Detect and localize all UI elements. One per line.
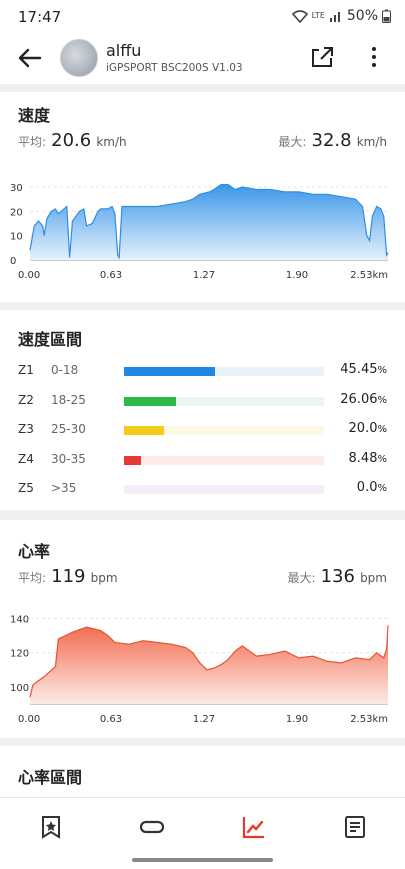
zone-bar-fill — [124, 426, 164, 435]
y-tick-label: 20 — [10, 207, 23, 218]
zone-row: Z2 18-25 26.06% — [0, 392, 405, 412]
speed-chart: 0 10 20 30 0.00 0.63 1.27 1.90 2.53km — [10, 183, 389, 281]
x-tick-label: 1.90 — [286, 714, 308, 725]
share-icon[interactable] — [309, 44, 335, 70]
avg-label: 平均: — [18, 135, 47, 149]
x-tick-label: 2.53km — [350, 714, 388, 725]
zone-bar-fill — [124, 455, 141, 465]
zone-percent: 0.0% — [356, 480, 387, 495]
zone-row: Z1 0-18 45.45% — [0, 362, 405, 382]
max-label: 最大: — [278, 135, 307, 149]
zone-bar-fill — [124, 396, 177, 406]
speed-maximum: 最大: 32.8 km/h — [278, 130, 387, 151]
hr-average: 平均: 119 bpm — [18, 566, 118, 587]
hr-max-value: 136 — [320, 566, 355, 587]
zone-id: Z2 — [18, 392, 34, 407]
x-tick-label: 0.63 — [100, 270, 122, 281]
hr-maximum: 最大: 136 bpm — [287, 566, 387, 587]
max-value: 32.8 — [311, 130, 352, 151]
zone-range: 0-18 — [51, 363, 79, 377]
status-icons: LTE 50% — [291, 8, 391, 24]
app-bar: alffu iGPSPORT BSC200S V1.03 — [0, 34, 405, 84]
hr-avg-value: 119 — [51, 566, 86, 587]
heart-rate-title: 心率 — [18, 542, 51, 561]
y-tick-label: 140 — [10, 615, 29, 626]
zone-percent: 45.45% — [340, 362, 387, 377]
x-tick-label: 0.00 — [18, 714, 40, 725]
zone-id: Z4 — [18, 451, 34, 466]
zone-percent: 20.0% — [348, 421, 387, 436]
y-tick-label: 10 — [10, 232, 23, 243]
device-name: iGPSPORT BSC200S V1.03 — [106, 62, 243, 74]
hr-zones-title: 心率區間 — [18, 768, 83, 787]
x-tick-label: 0.00 — [18, 270, 40, 281]
heart-rate-card: 心率 平均: 119 bpm 最大: 136 bpm 100 120 140 0.00… — [0, 520, 405, 738]
bookmark-icon[interactable] — [38, 814, 64, 840]
document-icon[interactable] — [342, 814, 368, 840]
zone-row: Z3 25-30 20.0% — [0, 421, 405, 441]
zone-bar — [124, 455, 324, 465]
zone-range: 25-30 — [51, 422, 86, 436]
max-unit: km/h — [356, 135, 387, 149]
avatar[interactable] — [60, 39, 98, 77]
zone-percent: 8.48% — [348, 450, 387, 466]
y-tick-label: 120 — [10, 649, 29, 660]
battery-icon — [382, 9, 391, 23]
battery-percent: 50% — [346, 8, 378, 24]
y-tick-label: 100 — [10, 683, 29, 694]
status-bar: 17:47 LTE 50% — [0, 0, 405, 34]
hr-avg-label: 平均: — [18, 571, 47, 585]
x-tick-label: 1.27 — [193, 714, 215, 725]
speed-average: 平均: 20.6 km/h — [18, 130, 127, 151]
speed-title: 速度 — [18, 106, 51, 125]
zone-id: Z5 — [18, 481, 34, 495]
x-tick-label: 0.63 — [100, 714, 122, 725]
zone-percent: 26.06% — [340, 391, 387, 407]
route-icon[interactable] — [139, 814, 165, 840]
x-tick-label: 1.27 — [193, 270, 215, 281]
zone-range: 18-25 — [51, 392, 86, 407]
back-arrow-icon[interactable] — [16, 44, 44, 72]
y-tick-label: 30 — [10, 183, 23, 194]
hr-max-unit: bpm — [360, 571, 387, 585]
signal-icon — [329, 12, 340, 22]
zone-bar-fill — [124, 367, 215, 376]
series-area — [30, 625, 388, 704]
x-tick-label: 1.90 — [286, 270, 308, 281]
zone-bar — [124, 426, 324, 435]
zone-row: Z4 30-35 8.48% — [0, 451, 405, 471]
zone-id: Z1 — [18, 363, 34, 377]
zone-id: Z3 — [18, 422, 34, 436]
zone-bar — [124, 485, 324, 494]
hr-max-label: 最大: — [287, 571, 316, 585]
more-options-icon[interactable] — [369, 44, 379, 70]
zone-row: Z5 >35 0.0% — [0, 480, 405, 500]
speed-zones-title: 速度區間 — [18, 330, 83, 349]
speed-card: 速度 平均: 20.6 km/h 最大: 32.8 km/h 0 10 20 30 0.… — [0, 92, 405, 302]
hr-avg-unit: bpm — [90, 571, 118, 585]
avg-value: 20.6 — [51, 130, 92, 151]
heart-rate-chart: 100 120 140 0.00 0.63 1.27 1.90 2.53km — [10, 615, 389, 725]
speed-zones-card: 速度區間 Z1 0-18 45.45% Z2 18-25 26.06% Z3 2… — [0, 310, 405, 510]
zone-bar — [124, 367, 324, 376]
home-indicator — [132, 858, 273, 862]
avg-unit: km/h — [96, 135, 127, 149]
username: alffu — [106, 41, 142, 60]
zone-range: >35 — [51, 481, 77, 495]
wifi-icon — [291, 10, 308, 23]
zone-range: 30-35 — [51, 451, 86, 466]
y-tick-label: 0 — [10, 256, 16, 267]
chart-icon[interactable] — [241, 814, 267, 840]
x-tick-label: 2.53km — [350, 270, 388, 281]
status-time: 17:47 — [18, 8, 62, 26]
zone-bar — [124, 396, 324, 406]
network-label: LTE — [311, 11, 325, 20]
